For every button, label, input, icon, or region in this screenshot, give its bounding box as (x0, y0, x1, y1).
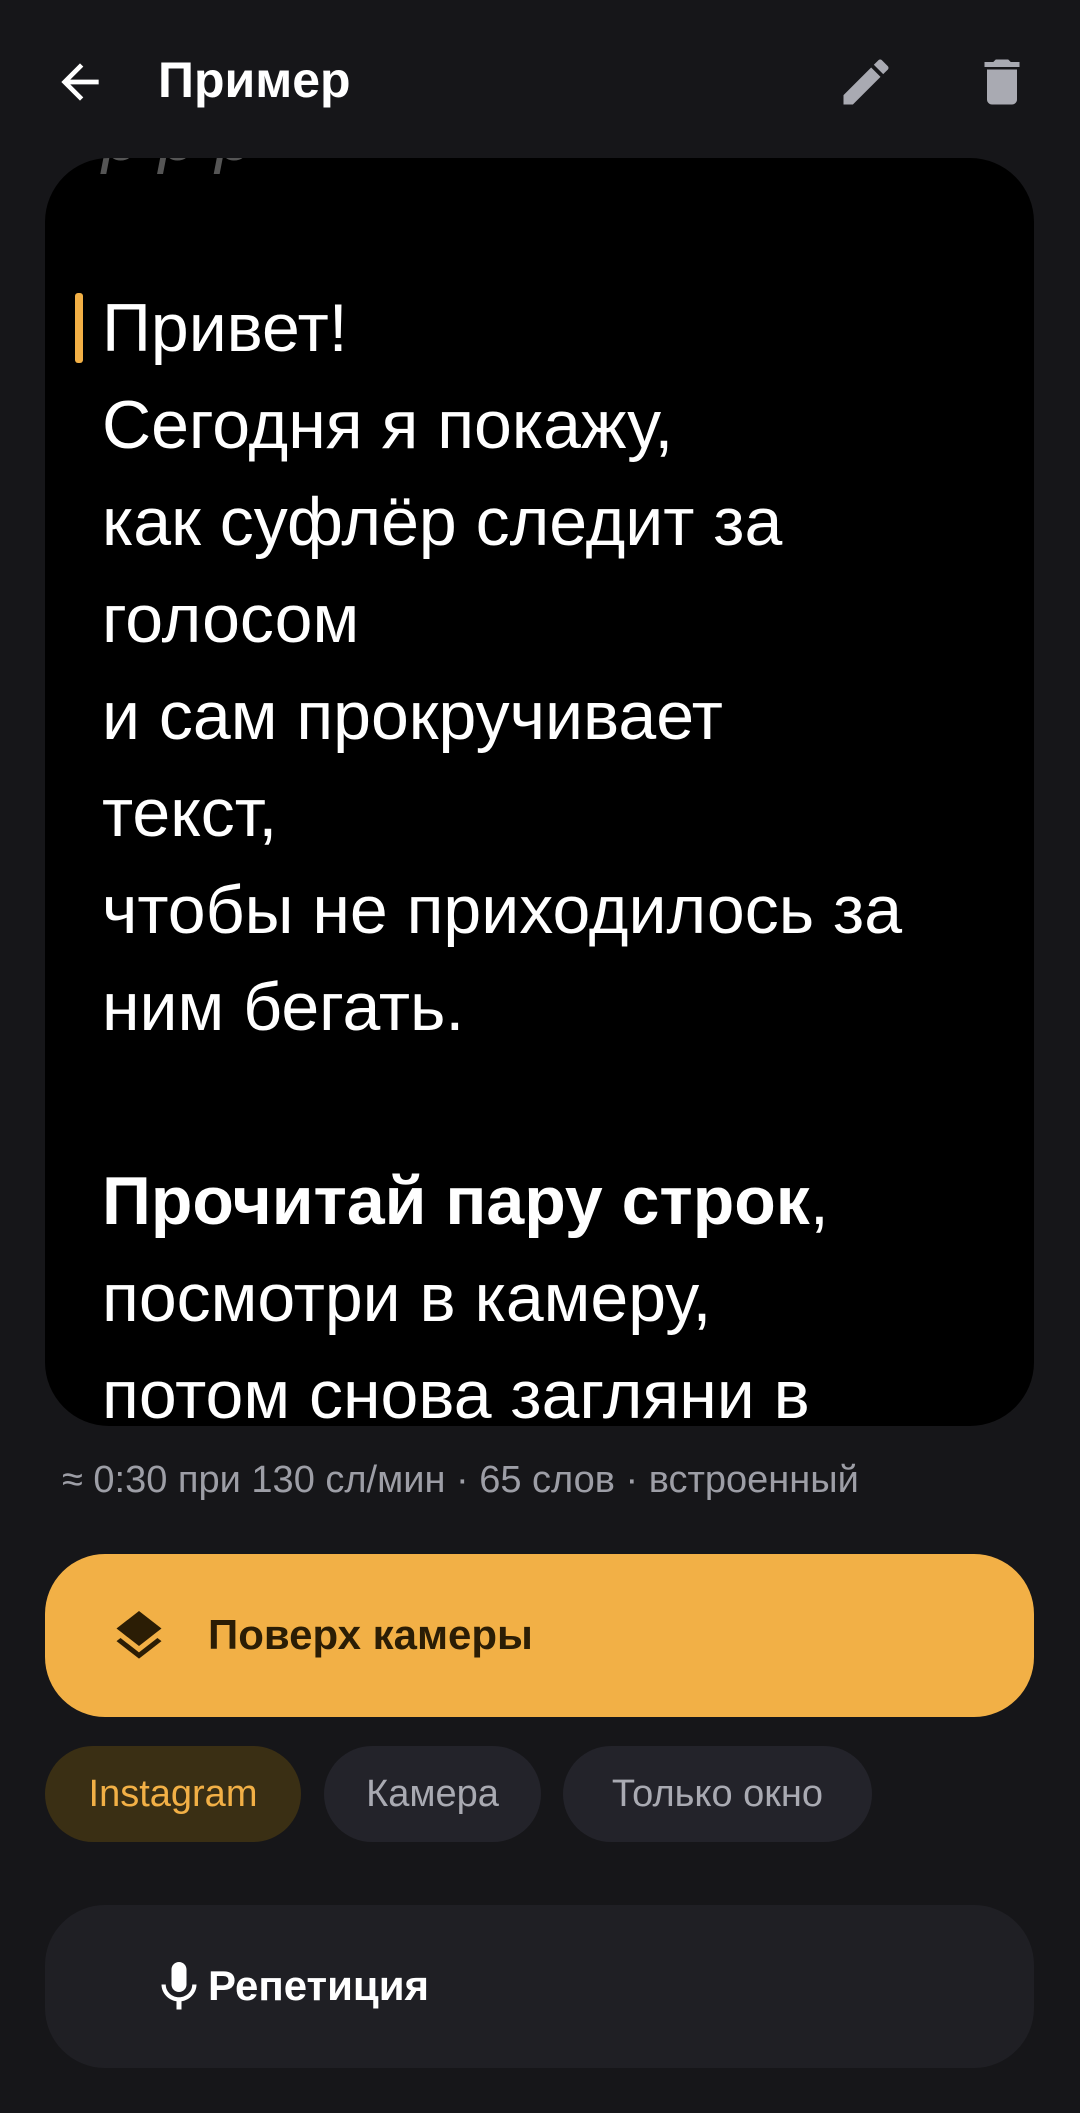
script-line: ним бегать. (102, 969, 465, 1045)
current-line-marker (75, 293, 83, 363)
microphone-icon (143, 1951, 215, 2023)
script-paragraph-gap (102, 1056, 1022, 1153)
script-line: Привет! (102, 290, 348, 366)
overlay-camera-label: Поверх камеры (208, 1611, 533, 1658)
trash-icon (984, 59, 1020, 105)
script-line: и сам прокручивает (102, 678, 723, 754)
mode-chip-camera[interactable]: Камера (324, 1746, 541, 1842)
rehearsal-label: Репетиция (208, 1962, 430, 2009)
arrow-left-icon (61, 63, 99, 101)
edit-button[interactable] (830, 46, 902, 118)
bold-suffix: , (809, 1163, 829, 1239)
script-line: посмотри в камеру, (102, 1260, 712, 1336)
top-app-bar: Пример (0, 0, 1080, 160)
script-line: текст, (102, 775, 278, 851)
script-stats: ≈ 0:30 при 130 сл/мин · 65 слов · встрое… (62, 1459, 859, 1501)
page-title: Пример (158, 52, 351, 108)
teleprompter-script-card[interactable]: р р р Привет! Сегодня я покажу, как суфл… (45, 158, 1034, 1426)
overlay-camera-button[interactable]: Поверх камеры (45, 1554, 1034, 1717)
pencil-icon (843, 59, 889, 105)
script-line: Прочитай пару строк, (102, 1153, 1022, 1250)
rehearsal-button[interactable]: Репетиция (45, 1905, 1034, 2068)
delete-button[interactable] (966, 46, 1038, 118)
script-line: как суфлёр следит за (102, 484, 783, 560)
mode-chip-window-only[interactable]: Только окно (563, 1746, 872, 1842)
back-button[interactable] (44, 46, 116, 118)
script-line: потом снова загляни в (102, 1357, 810, 1426)
previous-line-faded: р р р (102, 158, 253, 176)
layers-icon (103, 1600, 175, 1672)
script-line: чтобы не приходилось за (102, 872, 903, 948)
bold-phrase: Прочитай пару строк (102, 1163, 810, 1239)
script-text: Привет! Сегодня я покажу, как суфлёр сле… (102, 280, 1022, 1426)
mode-chip-instagram[interactable]: Instagram (45, 1746, 301, 1842)
script-line: Сегодня я покажу, (102, 387, 674, 463)
script-line: голосом (102, 581, 360, 657)
